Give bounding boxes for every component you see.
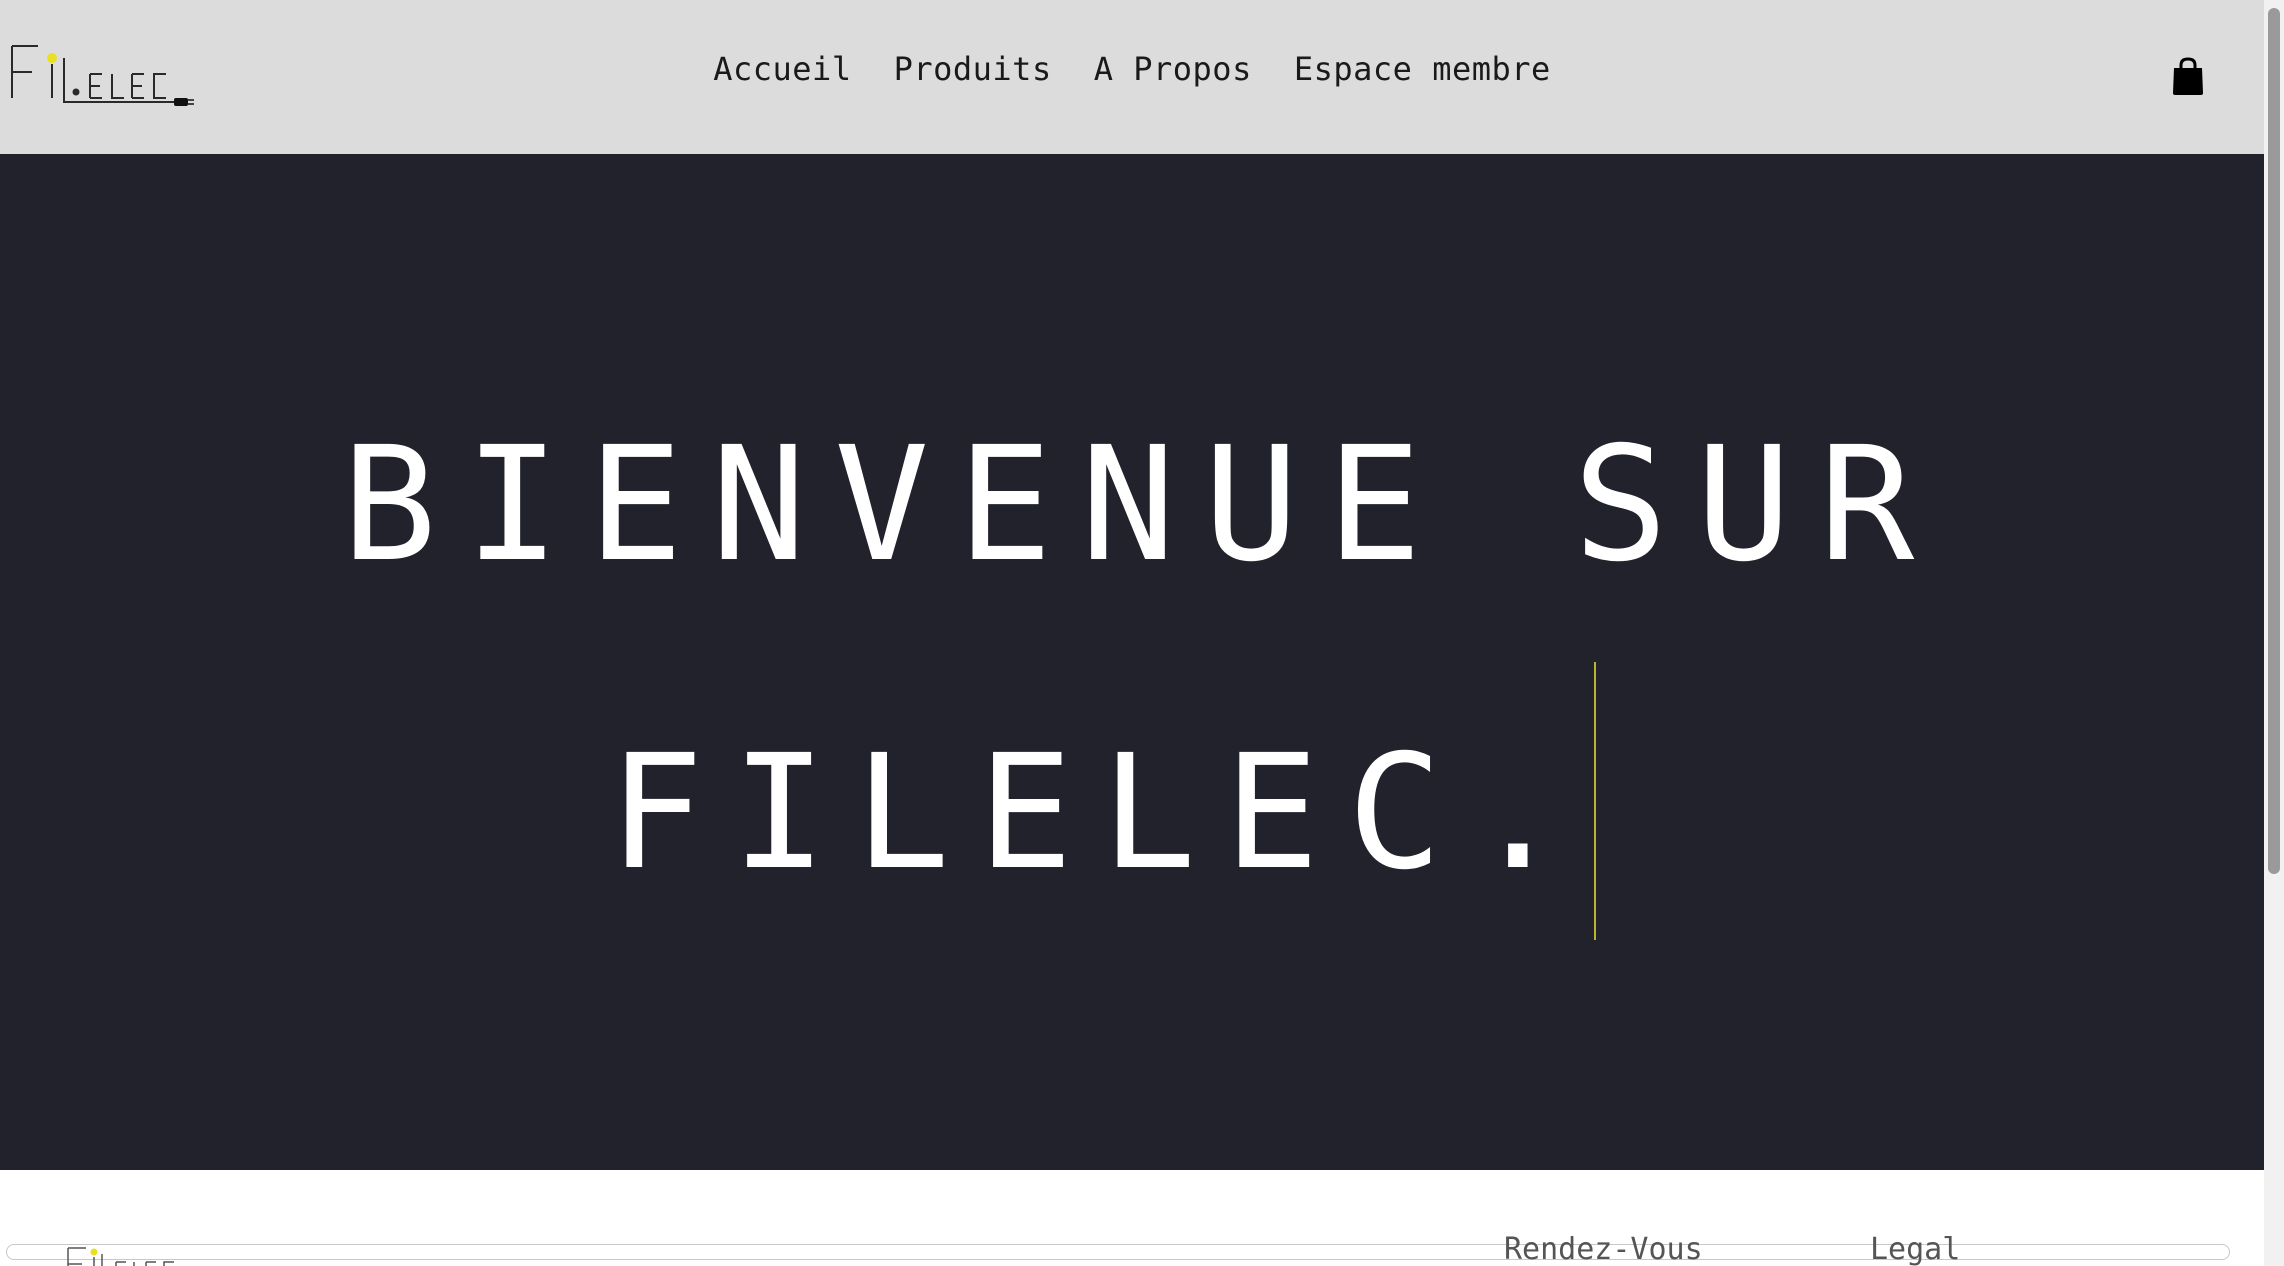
main-nav: Accueil Produits A Propos Espace membre	[0, 50, 2264, 88]
scrollbar-thumb[interactable]	[2268, 8, 2280, 874]
footer-logo-mark	[67, 1247, 174, 1266]
footer-link-legal[interactable]: Legal	[1870, 1232, 1960, 1266]
hero-title-line-2: FILELEC.	[608, 721, 1594, 905]
nav-accueil[interactable]: Accueil	[713, 50, 851, 88]
nav-a-propos[interactable]: A Propos	[1094, 50, 1252, 88]
shopping-bag-icon[interactable]	[2170, 56, 2206, 96]
footer-link-rendez-vous[interactable]: Rendez-Vous	[1504, 1232, 1703, 1266]
page: Accueil Produits A Propos Espace membre …	[0, 0, 2284, 1266]
hero-title-line-1: BIENVENUE SUR	[341, 413, 1943, 597]
footer-logo[interactable]	[64, 1242, 184, 1266]
hero-banner: BIENVENUE SUR FILELEC.	[0, 154, 2264, 1170]
vertical-scrollbar[interactable]	[2264, 0, 2284, 1266]
typing-cursor	[1594, 662, 1596, 940]
nav-espace-membre[interactable]: Espace membre	[1294, 50, 1551, 88]
site-footer: Rendez-Vous Legal	[0, 1170, 2264, 1266]
nav-produits[interactable]: Produits	[894, 50, 1052, 88]
site-header: Accueil Produits A Propos Espace membre	[0, 0, 2264, 154]
